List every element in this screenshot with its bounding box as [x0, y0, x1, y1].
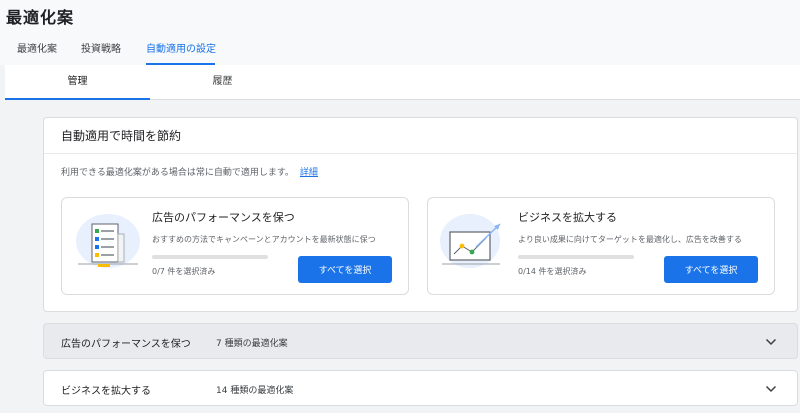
subtab-manage[interactable]: 管理: [5, 65, 150, 100]
select-all-button-grow[interactable]: すべてを選択: [664, 256, 758, 283]
chevron-down-icon[interactable]: [765, 383, 777, 395]
tab-investment-strategy[interactable]: 投資戦略: [81, 40, 121, 55]
selected-count-maintain: 0/7 件を選択済み: [152, 267, 216, 276]
card-title: 自動適用で時間を節約: [61, 129, 182, 143]
card-description: 利用できる最適化案がある場合は常に自動で適用します。 詳細: [61, 165, 318, 178]
progress-bar-maintain: [152, 255, 268, 259]
section-count: 7 種類の最適化案: [216, 339, 288, 349]
card-header: 自動適用で時間を節約: [44, 118, 797, 154]
section-maintain-performance[interactable]: 広告のパフォーマンスを保つ 7 種類の最適化案: [43, 323, 798, 359]
tab-recommendations[interactable]: 最適化案: [17, 40, 57, 55]
learn-more-link[interactable]: 詳細: [300, 168, 318, 178]
description-text: 利用できる最適化案がある場合は常に自動で適用します。: [61, 168, 294, 178]
progress-bar-grow: [518, 255, 634, 259]
tab-auto-apply-settings[interactable]: 自動適用の設定: [146, 40, 216, 55]
selected-count-grow: 0/14 件を選択済み: [518, 267, 587, 276]
growth-chart-icon: [440, 214, 501, 268]
section-title: ビジネスを拡大する: [61, 386, 151, 397]
grow-business-card: ビジネスを拡大する より良い成果に向けてターゲットを最適化し、広告を改善する 0…: [427, 197, 775, 295]
checklist-icon: [76, 214, 140, 268]
card-title-grow: ビジネスを拡大する: [518, 211, 617, 224]
section-count: 14 種類の最適化案: [216, 386, 294, 396]
section-title: 広告のパフォーマンスを保つ: [61, 339, 191, 350]
subtab-history[interactable]: 履歴: [150, 65, 295, 100]
chevron-down-icon[interactable]: [765, 336, 777, 348]
auto-apply-card: 自動適用で時間を節約 利用できる最適化案がある場合は常に自動で適用します。 詳細 …: [43, 117, 798, 312]
subtab-bar: 管理 履歴: [5, 65, 800, 100]
maintain-performance-card: 広告のパフォーマンスを保つ おすすめの方法でキャンペーンとアカウントを最新状態に…: [61, 197, 409, 295]
card-description-grow: より良い成果に向けてターゲットを最適化し、広告を改善する: [518, 235, 742, 244]
select-all-button-maintain[interactable]: すべてを選択: [298, 256, 392, 283]
page-title: 最適化案: [6, 8, 75, 27]
top-header: 最適化案 最適化案 投資戦略 自動適用の設定: [0, 0, 800, 65]
card-description-maintain: おすすめの方法でキャンペーンとアカウントを最新状態に保つ: [152, 235, 376, 244]
card-title-maintain: 広告のパフォーマンスを保つ: [152, 211, 295, 224]
section-grow-business[interactable]: ビジネスを拡大する 14 種類の最適化案: [43, 370, 798, 406]
